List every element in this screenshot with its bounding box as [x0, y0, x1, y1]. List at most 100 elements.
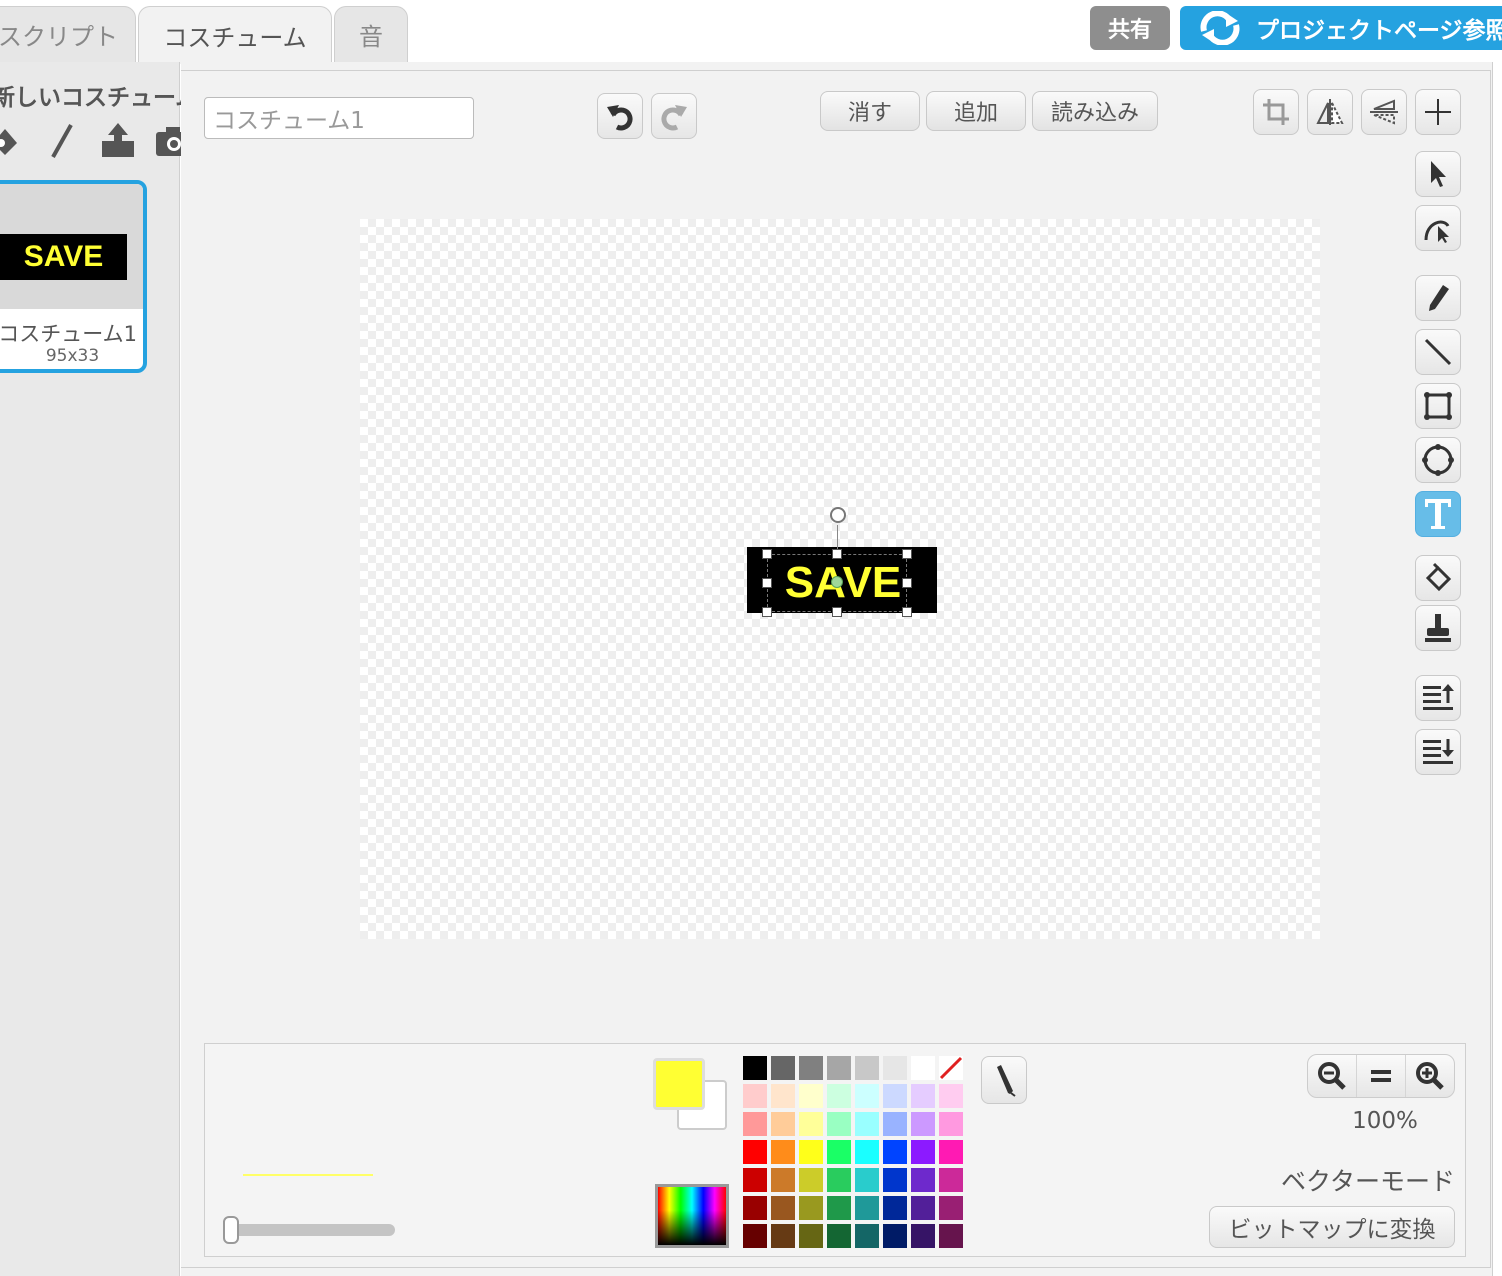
palette-color-swatch[interactable] — [827, 1224, 851, 1248]
palette-color-swatch[interactable] — [771, 1084, 795, 1108]
palette-color-swatch[interactable] — [743, 1140, 767, 1164]
palette-color-swatch[interactable] — [799, 1084, 823, 1108]
fill-tool[interactable] — [1415, 555, 1461, 601]
palette-color-swatch[interactable] — [883, 1056, 907, 1080]
select-tool[interactable] — [1415, 151, 1461, 197]
palette-color-swatch[interactable] — [883, 1196, 907, 1220]
palette-color-swatch[interactable] — [771, 1140, 795, 1164]
add-button[interactable]: 追加 — [926, 91, 1026, 131]
palette-color-swatch[interactable] — [799, 1224, 823, 1248]
set-costume-center-button[interactable] — [1415, 89, 1461, 135]
tab-costumes[interactable]: コスチューム — [138, 6, 332, 64]
see-project-page-button[interactable]: プロジェクトページ参照 — [1180, 6, 1502, 50]
palette-color-swatch[interactable] — [827, 1168, 851, 1192]
resize-handle-left[interactable] — [762, 578, 772, 588]
undo-button[interactable] — [597, 93, 643, 139]
pencil-tool[interactable] — [1415, 275, 1461, 321]
drawing-canvas[interactable]: SAVE — [360, 219, 1320, 939]
palette-color-swatch[interactable] — [911, 1084, 935, 1108]
line-tool[interactable] — [1415, 329, 1461, 375]
palette-color-swatch[interactable] — [939, 1196, 963, 1220]
palette-color-swatch[interactable] — [799, 1056, 823, 1080]
palette-color-swatch[interactable] — [771, 1224, 795, 1248]
share-button[interactable]: 共有 — [1090, 6, 1170, 50]
palette-color-swatch[interactable] — [827, 1112, 851, 1136]
resize-handle-top-left[interactable] — [762, 549, 772, 559]
rectangle-tool[interactable] — [1415, 383, 1461, 429]
zoom-reset-button[interactable] — [1357, 1055, 1406, 1097]
costume-thumbnail[interactable]: SAVE コスチューム1 95x33 — [0, 180, 147, 373]
palette-color-swatch[interactable] — [939, 1140, 963, 1164]
palette-color-swatch[interactable] — [799, 1140, 823, 1164]
palette-color-swatch[interactable] — [855, 1084, 879, 1108]
crop-button[interactable] — [1253, 89, 1299, 135]
line-width-slider-track[interactable] — [227, 1224, 395, 1236]
palette-color-swatch[interactable] — [911, 1056, 935, 1080]
palette-color-swatch[interactable] — [743, 1196, 767, 1220]
palette-color-swatch[interactable] — [883, 1084, 907, 1108]
palette-color-swatch[interactable] — [939, 1112, 963, 1136]
palette-color-swatch[interactable] — [771, 1168, 795, 1192]
reshape-tool[interactable] — [1415, 205, 1461, 251]
transparent-color-swatch[interactable] — [939, 1056, 963, 1080]
palette-color-swatch[interactable] — [827, 1084, 851, 1108]
palette-color-swatch[interactable] — [743, 1084, 767, 1108]
ellipse-tool[interactable] — [1415, 437, 1461, 483]
paint-new-costume-icon[interactable] — [42, 120, 82, 162]
palette-color-swatch[interactable] — [771, 1196, 795, 1220]
choose-from-library-icon[interactable] — [0, 120, 26, 162]
zoom-in-button[interactable] — [1406, 1055, 1454, 1097]
send-backward-button[interactable] — [1415, 729, 1461, 775]
palette-color-swatch[interactable] — [883, 1140, 907, 1164]
palette-color-swatch[interactable] — [883, 1112, 907, 1136]
clear-button[interactable]: 消す — [820, 91, 920, 131]
palette-color-swatch[interactable] — [911, 1196, 935, 1220]
text-tool[interactable] — [1415, 491, 1461, 537]
tab-scripts[interactable]: スクリプト — [0, 6, 136, 62]
palette-color-swatch[interactable] — [911, 1224, 935, 1248]
resize-handle-right[interactable] — [902, 578, 912, 588]
line-width-slider-thumb[interactable] — [223, 1216, 239, 1244]
flip-vertical-button[interactable] — [1361, 89, 1407, 135]
palette-color-swatch[interactable] — [855, 1196, 879, 1220]
resize-handle-bottom-left[interactable] — [762, 607, 772, 617]
palette-color-swatch[interactable] — [883, 1168, 907, 1192]
flip-horizontal-button[interactable] — [1307, 89, 1353, 135]
palette-color-swatch[interactable] — [743, 1056, 767, 1080]
palette-color-swatch[interactable] — [855, 1140, 879, 1164]
palette-color-swatch[interactable] — [799, 1168, 823, 1192]
upload-costume-icon[interactable] — [98, 120, 138, 162]
zoom-out-button[interactable] — [1308, 1055, 1357, 1097]
resize-handle-top-right[interactable] — [902, 549, 912, 559]
redo-button[interactable] — [651, 93, 697, 139]
palette-color-swatch[interactable] — [911, 1112, 935, 1136]
palette-color-swatch[interactable] — [743, 1112, 767, 1136]
stamp-tool[interactable] — [1415, 605, 1461, 651]
palette-color-swatch[interactable] — [883, 1224, 907, 1248]
palette-color-swatch[interactable] — [827, 1196, 851, 1220]
palette-color-swatch[interactable] — [855, 1112, 879, 1136]
palette-color-swatch[interactable] — [939, 1224, 963, 1248]
color-spectrum-picker[interactable] — [655, 1184, 729, 1248]
palette-color-swatch[interactable] — [911, 1168, 935, 1192]
palette-color-swatch[interactable] — [827, 1056, 851, 1080]
rotation-handle[interactable] — [830, 507, 846, 523]
import-button[interactable]: 読み込み — [1032, 91, 1158, 131]
palette-color-swatch[interactable] — [743, 1224, 767, 1248]
palette-color-swatch[interactable] — [939, 1084, 963, 1108]
palette-color-swatch[interactable] — [855, 1224, 879, 1248]
resize-handle-bottom-right[interactable] — [902, 607, 912, 617]
palette-color-swatch[interactable] — [827, 1140, 851, 1164]
palette-color-swatch[interactable] — [771, 1056, 795, 1080]
convert-to-bitmap-button[interactable]: ビットマップに変換 — [1209, 1206, 1455, 1248]
palette-color-swatch[interactable] — [799, 1112, 823, 1136]
palette-color-swatch[interactable] — [743, 1168, 767, 1192]
bring-forward-button[interactable] — [1415, 675, 1461, 721]
resize-handle-bottom[interactable] — [832, 607, 842, 617]
palette-color-swatch[interactable] — [939, 1168, 963, 1192]
palette-color-swatch[interactable] — [911, 1140, 935, 1164]
costume-name-input[interactable] — [204, 97, 474, 139]
palette-color-swatch[interactable] — [771, 1112, 795, 1136]
primary-color-swatch[interactable] — [653, 1058, 705, 1110]
tab-sounds[interactable]: 音 — [334, 6, 408, 62]
